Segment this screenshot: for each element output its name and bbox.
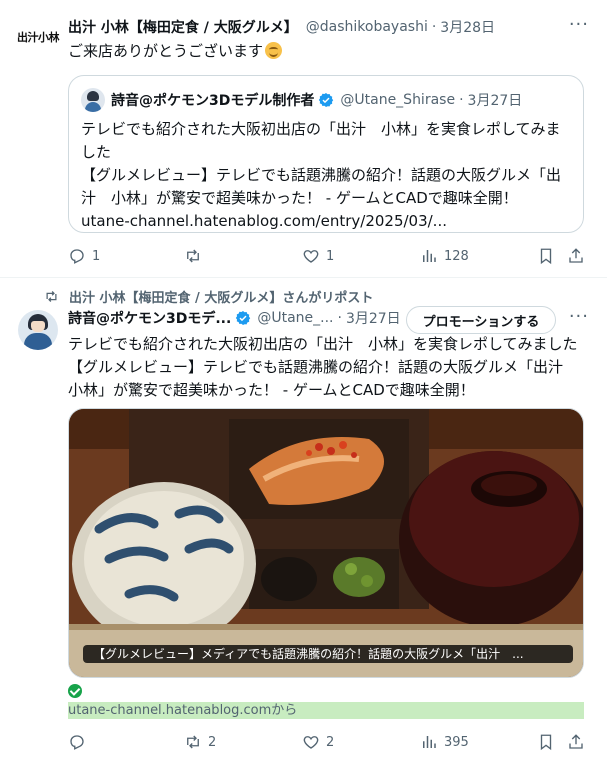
post-header: 出汁 小林【梅田定食 / 大阪グルメ】 @dashikobayashi · 3月… <box>68 15 593 39</box>
repost-label: 出汁 小林【梅田定食 / 大阪グルメ】さんがリポスト <box>69 291 374 306</box>
like-count: 1 <box>326 248 335 264</box>
view-count: 128 <box>444 248 469 264</box>
avatar-logo-text: 出汁小林 <box>17 31 60 44</box>
share-icon <box>569 734 583 749</box>
post-text-line: テレビでも紹介された大阪初出店の「出汁 小林」を実食レポしてみました <box>68 335 578 353</box>
verified-badge-icon[interactable] <box>235 310 251 326</box>
link-card-title: 【グルメレビュー】メディアでも話題沸騰の紹介！話題の大阪グルメ「出汁 ... <box>83 645 573 663</box>
views-bar-chart-icon <box>423 736 436 748</box>
author-name[interactable]: 出汁 小林【梅田定食 / 大阪グルメ】 <box>68 17 298 37</box>
check-circle-icon <box>68 684 82 698</box>
heart-icon <box>303 250 319 263</box>
repost-button[interactable] <box>184 247 208 265</box>
avatar-body-shape <box>24 333 52 350</box>
author-handle[interactable]: @Utane_... <box>257 310 333 326</box>
promote-button-label: プロモーションする <box>422 314 540 330</box>
repost-icon <box>46 291 57 302</box>
avatar-face-shape <box>31 321 45 332</box>
repost-button[interactable]: 2 <box>184 733 216 751</box>
views-button[interactable]: 395 <box>420 733 469 751</box>
action-bar: 2 2 395 <box>68 732 593 752</box>
reply-icon <box>70 735 84 750</box>
separator: · <box>337 310 342 326</box>
bookmark-button[interactable] <box>537 247 555 265</box>
quoted-post[interactable]: 詩音@ポケモン3Dモデル制作者 @Utane_Shirase · 3月27日 テ… <box>68 75 584 233</box>
share-icon <box>569 248 583 263</box>
like-count: 2 <box>326 734 335 750</box>
avatar[interactable]: 出汁小林 <box>16 26 60 48</box>
quoted-text-line: テレビでも紹介された大阪初出店の「出汁 小林」を実食レポしてみま <box>81 120 561 138</box>
quoted-post-date: 3月27日 <box>467 93 523 109</box>
post-text: テレビでも紹介された大阪初出店の「出汁 小林」を実食レポしてみました 【グルメレ… <box>68 333 578 402</box>
quoted-text-line: 汁 小林」が驚安で超美味かった！ - ゲームとCADで趣味全開！ <box>81 189 518 207</box>
views-button[interactable]: 128 <box>420 247 469 265</box>
reply-button[interactable] <box>68 733 92 751</box>
author-name[interactable]: 詩音@ポケモン3Dモデ... <box>68 308 231 328</box>
verified-badge-icon <box>319 93 334 107</box>
action-bar: 1 1 128 <box>68 246 593 266</box>
views-bar-chart-icon <box>423 250 436 262</box>
quoted-author-handle: @Utane_Shirase <box>340 92 456 108</box>
smiling-face-emoji <box>265 42 283 59</box>
reply-button[interactable]: 1 <box>68 247 100 265</box>
post-text-content: ご来店ありがとうございます <box>68 42 264 60</box>
quoted-post-text: テレビでも紹介された大阪初出店の「出汁 小林」を実食レポしてみま した 【グルメ… <box>81 118 571 233</box>
repost-icon <box>187 249 199 263</box>
reply-count: 1 <box>92 248 101 264</box>
bookmark-icon <box>540 248 552 265</box>
like-button[interactable]: 2 <box>302 733 334 751</box>
separator: · <box>459 92 464 108</box>
promote-button[interactable]: プロモーションする <box>406 306 556 334</box>
bookmark-icon <box>540 734 552 751</box>
quoted-text-line: した <box>81 143 112 161</box>
post-text-line: 【グルメレビュー】テレビでも話題沸騰の紹介！話題の大阪グルメ「出汁 <box>68 358 564 376</box>
bookmark-button[interactable] <box>537 733 555 751</box>
quoted-post-header: 詩音@ポケモン3Dモデル制作者 @Utane_Shirase · 3月27日 <box>81 88 522 112</box>
repost-indicator[interactable]: 出汁 小林【梅田定食 / 大阪グルメ】さんがリポスト <box>44 287 373 306</box>
like-button[interactable]: 1 <box>302 247 334 265</box>
share-button[interactable] <box>567 733 585 751</box>
repost-icon <box>187 735 199 749</box>
reply-icon <box>70 249 84 264</box>
avatar <box>81 88 105 112</box>
quoted-link[interactable]: utane-channel.hatenablog.com/entry/2025/… <box>81 210 571 233</box>
post-date[interactable]: 3月27日 <box>346 308 401 328</box>
link-source-domain[interactable]: utane-channel.hatenablog.comから <box>68 702 584 719</box>
view-count: 395 <box>444 734 469 750</box>
post-dashikobayashi[interactable]: 出汁小林 出汁 小林【梅田定食 / 大阪グルメ】 @dashikobayashi… <box>0 0 607 278</box>
quoted-text-line: 【グルメレビュー】テレビでも話題沸騰の紹介！話題の大阪グルメ「出 <box>81 166 562 184</box>
more-options-icon[interactable]: ··· <box>569 306 589 327</box>
post-text: ご来店ありがとうございます <box>68 40 283 63</box>
author-handle[interactable]: @dashikobayashi <box>306 19 428 35</box>
link-card-image[interactable]: 【グルメレビュー】メディアでも話題沸騰の紹介！話題の大阪グルメ「出汁 ... <box>68 408 584 678</box>
avatar[interactable] <box>18 310 58 350</box>
heart-icon <box>303 736 319 749</box>
post-text-line: 小林」が驚安で超美味かった！ - ゲームとCADで趣味全開！ <box>68 381 475 399</box>
quoted-author-name: 詩音@ポケモン3Dモデル制作者 <box>111 93 315 109</box>
separator: · <box>431 19 437 35</box>
post-utane-repost[interactable]: 出汁 小林【梅田定食 / 大阪グルメ】さんがリポスト 詩音@ポケモン3Dモデ..… <box>0 278 607 768</box>
repost-count: 2 <box>208 734 217 750</box>
share-button[interactable] <box>567 247 585 265</box>
food-photo <box>69 409 583 677</box>
more-options-icon[interactable]: ··· <box>569 14 589 35</box>
post-date[interactable]: 3月28日 <box>440 17 495 37</box>
